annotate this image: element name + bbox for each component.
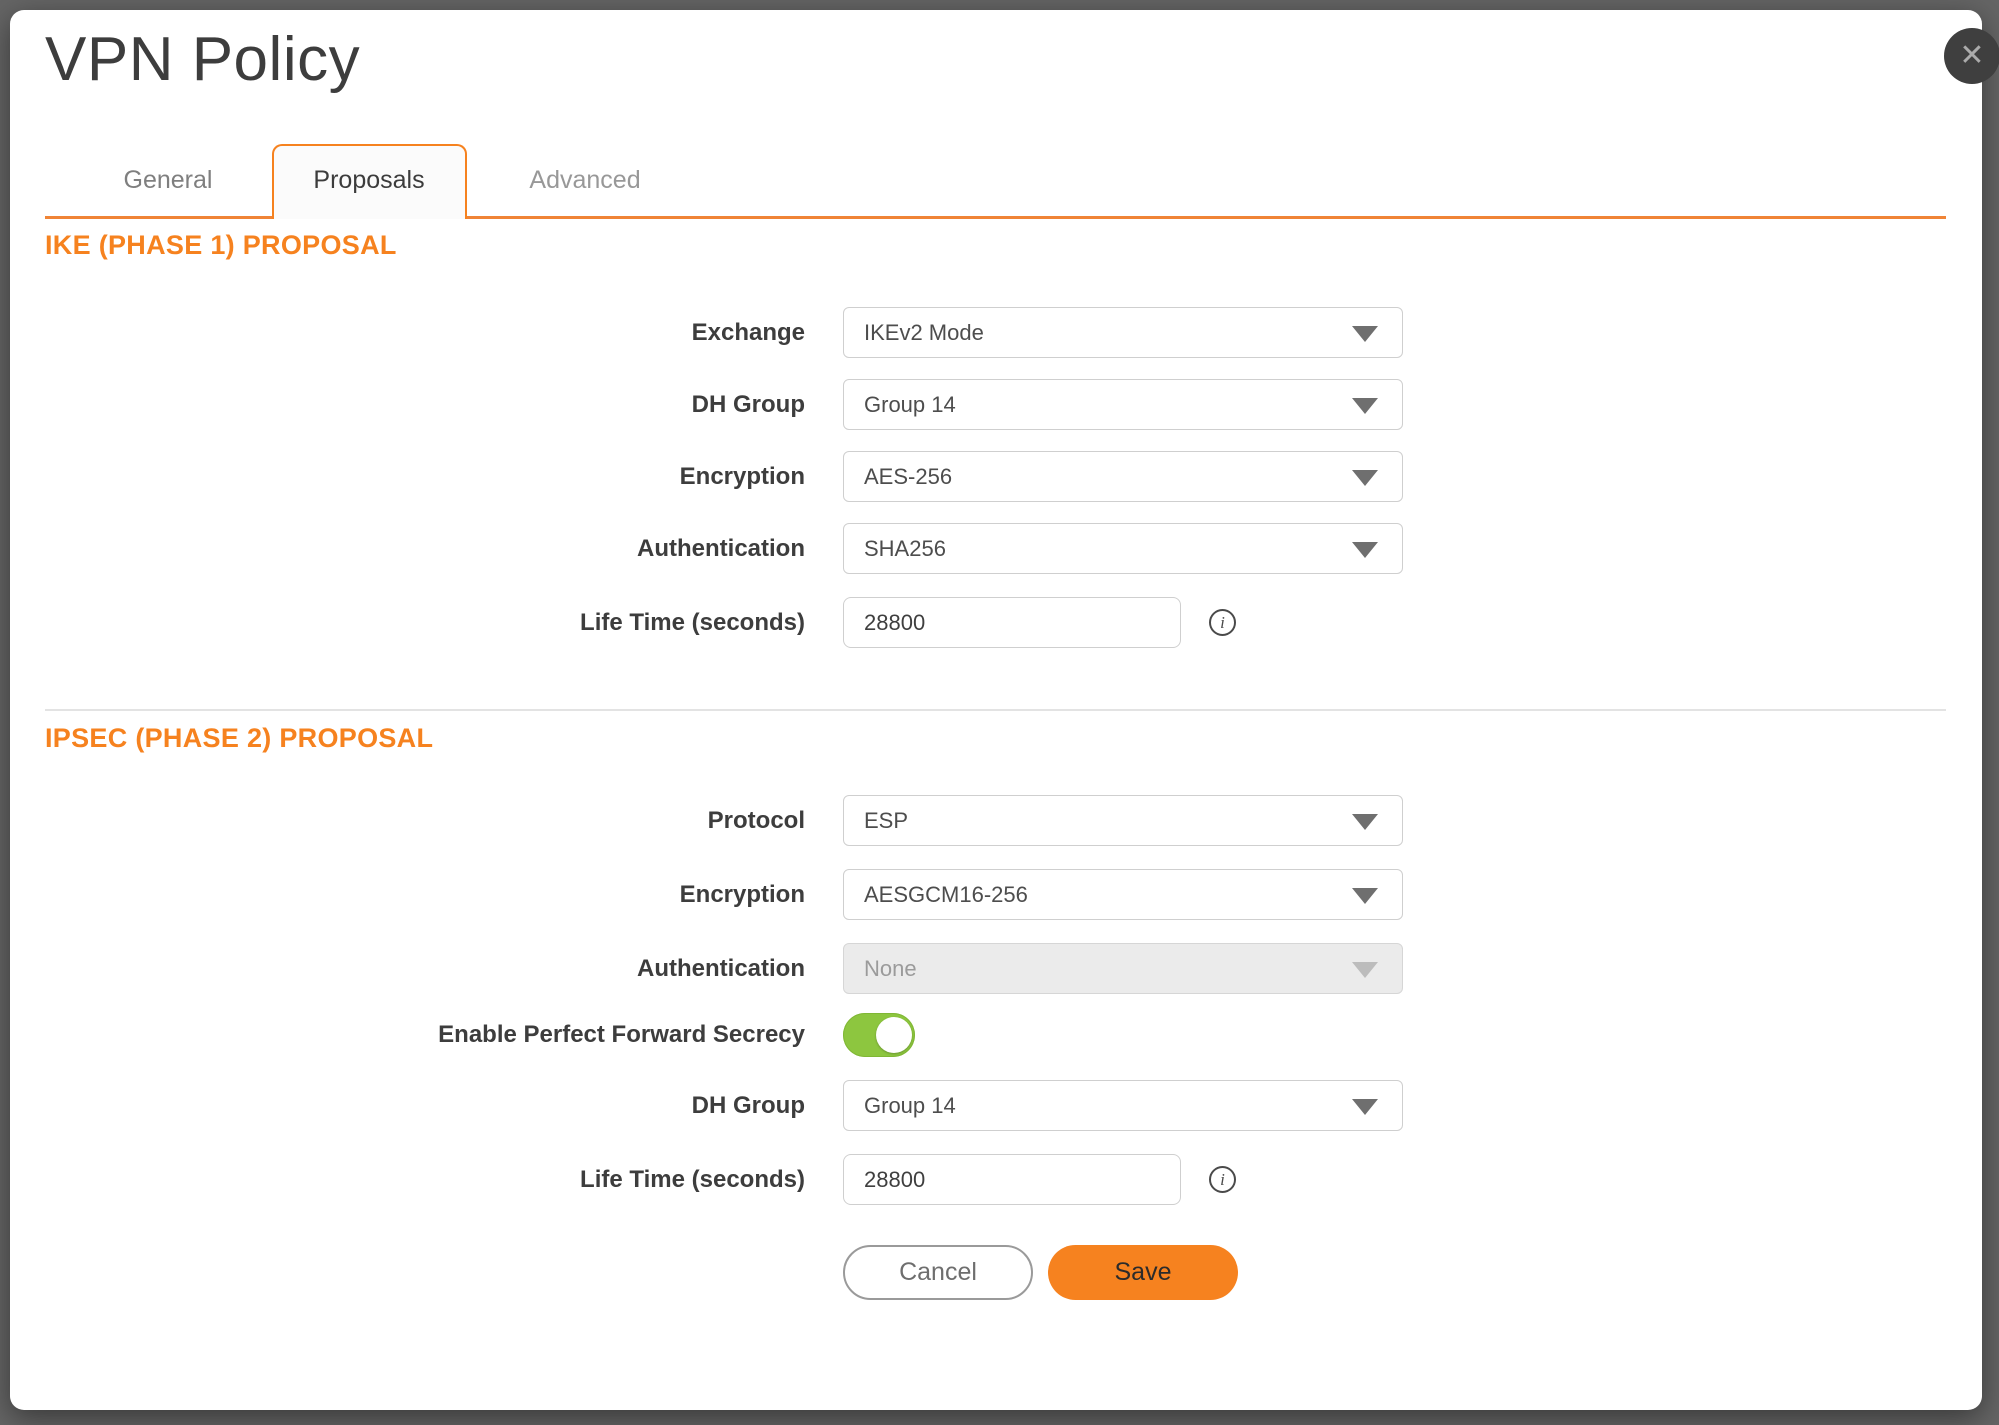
dh-group-select-p2[interactable]: Group 14: [843, 1080, 1403, 1131]
dh-group-label-p2: DH Group: [35, 1092, 805, 1120]
tab-proposals[interactable]: Proposals: [313, 144, 424, 217]
row-exchange: Exchange IKEv2 Mode: [35, 307, 1403, 358]
close-icon: ✕: [1959, 41, 1984, 71]
toggle-knob: [876, 1017, 912, 1053]
chevron-down-icon: [1352, 814, 1378, 830]
tab-advanced[interactable]: Advanced: [529, 144, 640, 217]
chevron-down-icon: [1352, 962, 1378, 978]
row-perfect-forward-secrecy: Enable Perfect Forward Secrecy: [35, 1013, 915, 1057]
row-protocol: Protocol ESP: [35, 795, 1403, 846]
life-time-input-p1[interactable]: [843, 597, 1181, 648]
chevron-down-icon: [1352, 888, 1378, 904]
row-authentication-p2: Authentication None: [35, 943, 1403, 994]
pfs-toggle-on[interactable]: [843, 1013, 915, 1057]
row-encryption-p1: Encryption AES-256: [35, 451, 1403, 502]
info-icon[interactable]: i: [1209, 609, 1236, 636]
row-life-time-p1: Life Time (seconds) i: [35, 597, 1236, 648]
authentication-label-p1: Authentication: [35, 535, 805, 563]
section-title-ipsec-phase2: IPSEC (PHASE 2) PROPOSAL: [45, 723, 433, 754]
exchange-value: IKEv2 Mode: [864, 320, 984, 346]
authentication-value-p2: None: [864, 956, 917, 982]
chevron-down-icon: [1352, 398, 1378, 414]
section-title-ike-phase1: IKE (PHASE 1) PROPOSAL: [45, 230, 397, 261]
authentication-select-p1[interactable]: SHA256: [843, 523, 1403, 574]
exchange-select[interactable]: IKEv2 Mode: [843, 307, 1403, 358]
encryption-value-p2: AESGCM16-256: [864, 882, 1028, 908]
chevron-down-icon: [1352, 470, 1378, 486]
protocol-value: ESP: [864, 808, 908, 834]
save-button[interactable]: Save: [1048, 1245, 1238, 1300]
chevron-down-icon: [1352, 1099, 1378, 1115]
row-life-time-p2: Life Time (seconds) i: [35, 1154, 1236, 1205]
chevron-down-icon: [1352, 326, 1378, 342]
close-button[interactable]: ✕: [1944, 28, 1999, 84]
life-time-input-p2[interactable]: [843, 1154, 1181, 1205]
life-time-label-p1: Life Time (seconds): [35, 609, 805, 637]
exchange-label: Exchange: [35, 319, 805, 347]
authentication-select-p2-disabled: None: [843, 943, 1403, 994]
cancel-button[interactable]: Cancel: [843, 1245, 1033, 1300]
encryption-select-p2[interactable]: AESGCM16-256: [843, 869, 1403, 920]
dh-group-select-p1[interactable]: Group 14: [843, 379, 1403, 430]
life-time-label-p2: Life Time (seconds): [35, 1166, 805, 1194]
tab-general[interactable]: General: [124, 144, 213, 217]
authentication-label-p2: Authentication: [35, 955, 805, 983]
row-dh-group-p1: DH Group Group 14: [35, 379, 1403, 430]
page-title: VPN Policy: [45, 24, 360, 95]
pfs-label: Enable Perfect Forward Secrecy: [35, 1021, 805, 1049]
encryption-label-p1: Encryption: [35, 463, 805, 491]
row-authentication-p1: Authentication SHA256: [35, 523, 1403, 574]
chevron-down-icon: [1352, 542, 1378, 558]
encryption-select-p1[interactable]: AES-256: [843, 451, 1403, 502]
dh-group-value-p2: Group 14: [864, 1093, 956, 1119]
authentication-value-p1: SHA256: [864, 536, 946, 562]
info-icon[interactable]: i: [1209, 1166, 1236, 1193]
row-dh-group-p2: DH Group Group 14: [35, 1080, 1403, 1131]
encryption-label-p2: Encryption: [35, 881, 805, 909]
row-encryption-p2: Encryption AESGCM16-256: [35, 869, 1403, 920]
dh-group-label: DH Group: [35, 391, 805, 419]
protocol-select[interactable]: ESP: [843, 795, 1403, 846]
section-divider: [45, 709, 1946, 711]
dh-group-value-p1: Group 14: [864, 392, 956, 418]
encryption-value-p1: AES-256: [864, 464, 952, 490]
protocol-label: Protocol: [35, 807, 805, 835]
vpn-policy-dialog: VPN Policy General Proposals Advanced IK…: [10, 10, 1982, 1410]
